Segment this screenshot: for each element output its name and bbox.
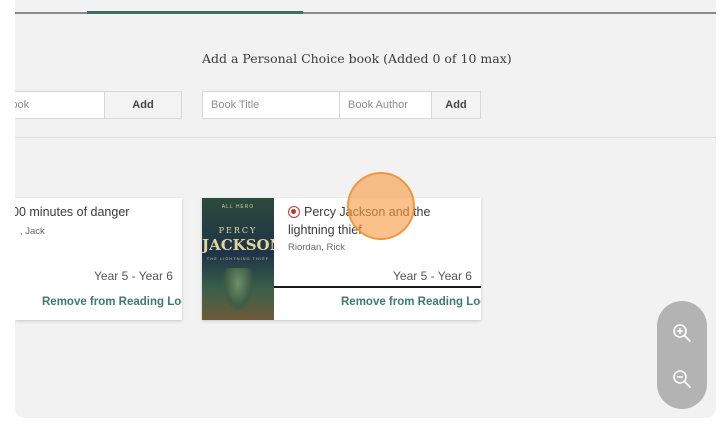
zoom-in-icon[interactable] [670, 321, 694, 345]
book-author: , Jack [20, 226, 45, 237]
reading-log-panel: Book Add Add a Personal Choice book (Add… [15, 0, 716, 418]
book-card: 00 minutes of danger , Jack Year 5 - Yea… [15, 198, 182, 320]
zoom-out-icon[interactable] [670, 367, 694, 391]
remove-from-reading-log-link[interactable]: Remove from Reading Log [42, 296, 182, 308]
book-author-input[interactable]: Book Author [339, 91, 432, 119]
book-card: ALL HERO PERCY JACKSON THE LIGHTNING THI… [202, 198, 481, 320]
book-title: 00 minutes of danger [15, 205, 130, 219]
book-search-input[interactable]: Book [15, 91, 105, 119]
year-range: Year 5 - Year 6 [94, 269, 173, 283]
add-personal-choice-button[interactable]: Add [431, 91, 481, 119]
section-divider [15, 137, 716, 138]
zoom-controls [657, 301, 707, 409]
cover-text: PERCY [218, 226, 258, 235]
remove-from-reading-log-link[interactable]: Remove from Reading Log [341, 296, 481, 308]
book-author: Riordan, Rick [288, 242, 346, 253]
cover-figure [222, 268, 254, 312]
cover-text: THE LIGHTNING THIEF [206, 256, 270, 261]
personal-choice-heading: Add a Personal Choice book (Added 0 of 1… [202, 51, 512, 66]
book-title-input[interactable]: Book Title [202, 91, 340, 119]
book-cover-image: ALL HERO PERCY JACKSON THE LIGHTNING THI… [202, 198, 274, 320]
active-tab-indicator [87, 11, 303, 14]
book-title: Percy Jackson and the lightning thief [288, 205, 431, 237]
card-divider [274, 286, 481, 288]
year-range: Year 5 - Year 6 [393, 269, 472, 283]
add-book-button[interactable]: Add [104, 91, 182, 119]
cover-text: JACKSON [202, 236, 274, 254]
cover-text: ALL HERO [221, 204, 255, 210]
